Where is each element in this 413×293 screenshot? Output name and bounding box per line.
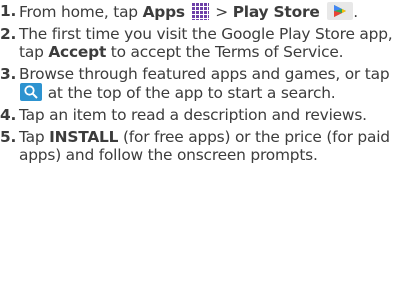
- step-3: 3. Browse through featured apps and game…: [0, 65, 413, 102]
- step-number: 4.: [0, 106, 17, 124]
- accept-label: Accept: [48, 43, 107, 61]
- step-text: at the top of the app to start a search.: [43, 84, 336, 102]
- apps-label: Apps: [142, 3, 186, 21]
- step-4: 4. Tap an item to read a description and…: [0, 106, 413, 124]
- search-icon: [20, 83, 42, 101]
- step-5: 5. Tap INSTALL (for free apps) or the pr…: [0, 128, 413, 164]
- step-1: 1. From home, tap Apps > Play Store .: [0, 2, 358, 21]
- step-number: 1.: [0, 2, 17, 20]
- step-2: 2. The first time you visit the Google P…: [0, 25, 413, 61]
- instruction-list: 1. From home, tap Apps > Play Store . 2.…: [0, 0, 413, 164]
- step-text: Tap: [19, 128, 50, 146]
- step-text: Browse through featured apps and games, …: [19, 65, 390, 83]
- step-text: >: [210, 3, 233, 21]
- step-number: 3.: [0, 65, 17, 83]
- step-text: to accept the Terms of Service.: [106, 43, 344, 61]
- install-label: INSTALL: [49, 128, 119, 146]
- step-number: 5.: [0, 128, 17, 146]
- step-text: From home, tap: [19, 3, 143, 21]
- step-text: Tap an item to read a description and re…: [19, 106, 367, 124]
- apps-grid-icon: [191, 3, 209, 20]
- play-store-label: Play Store: [232, 3, 320, 21]
- play-store-icon: [327, 2, 354, 20]
- step-number: 2.: [0, 25, 17, 43]
